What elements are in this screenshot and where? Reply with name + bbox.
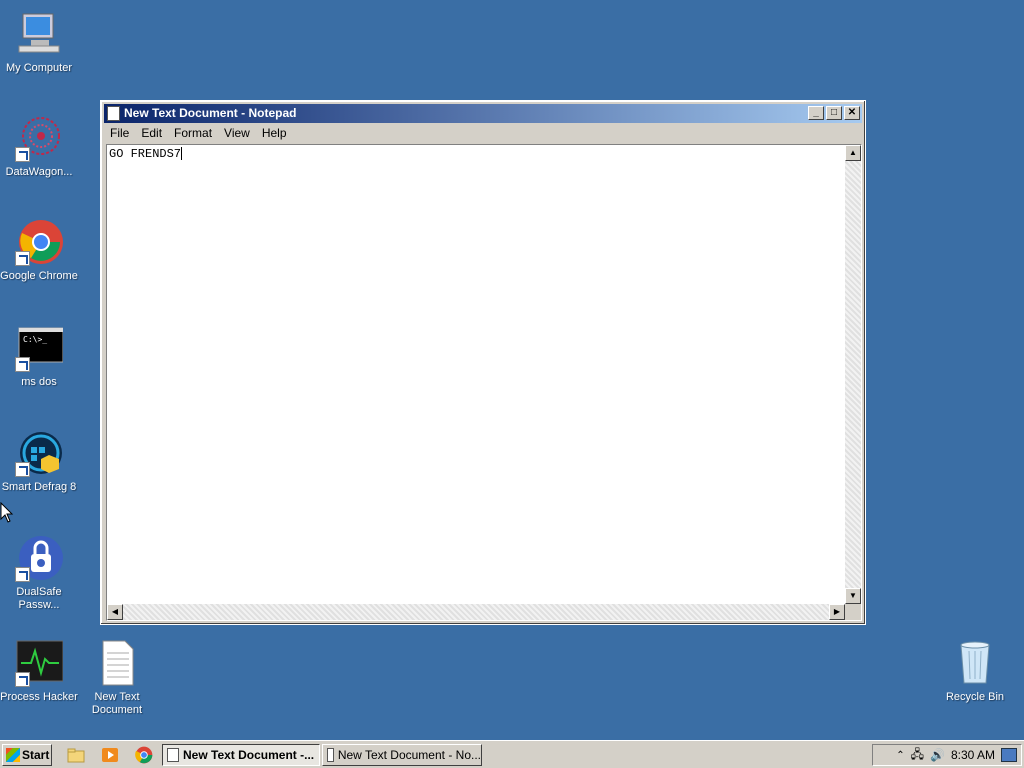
command-prompt-icon: C:\>_: [15, 324, 64, 372]
task-label: New Text Document - No...: [337, 748, 481, 762]
horizontal-scrollbar[interactable]: ◀ ▶: [107, 604, 845, 620]
notepad-icon: [167, 748, 179, 762]
desktop-icon-label: DataWagon...: [5, 166, 73, 178]
chrome-icon: [15, 218, 63, 266]
desktop-icon-new-text-document[interactable]: New Text Document: [78, 639, 156, 717]
desktop-icon-google-chrome[interactable]: Google Chrome: [0, 218, 78, 283]
computer-icon: [15, 10, 63, 58]
desktop-icon-label: ms dos: [21, 376, 57, 388]
menu-bar: File Edit Format View Help: [104, 124, 862, 142]
desktop-icon-process-hacker[interactable]: Process Hacker: [0, 639, 78, 704]
text-file-icon: [93, 639, 141, 687]
task-label: New Text Document -...: [183, 748, 315, 762]
window-title: New Text Document - Notepad: [124, 106, 297, 120]
tray-expand-icon[interactable]: ⌃: [896, 750, 904, 761]
desktop-icon-label: New Text Document: [91, 691, 143, 716]
menu-help[interactable]: Help: [256, 126, 293, 140]
desktop-icon-label: Google Chrome: [0, 270, 78, 282]
shortcut-arrow-icon: [15, 672, 30, 687]
desktop-icon-datawagon[interactable]: DataWagon...: [0, 114, 78, 179]
scroll-right-button[interactable]: ▶: [829, 604, 845, 620]
scroll-up-button[interactable]: ▲: [845, 145, 861, 161]
start-label: Start: [22, 748, 50, 762]
shortcut-arrow-icon: [15, 251, 30, 266]
resize-grip[interactable]: [845, 604, 861, 620]
minimize-button[interactable]: _: [808, 106, 824, 120]
quicklaunch-media-icon[interactable]: [100, 745, 120, 765]
quicklaunch-chrome-icon[interactable]: [134, 745, 154, 765]
show-desktop-icon[interactable]: [1001, 748, 1017, 762]
document-text: GO FRENDS7: [109, 147, 182, 161]
start-button[interactable]: Start: [2, 744, 52, 766]
shortcut-arrow-icon: [15, 147, 30, 162]
menu-file[interactable]: File: [104, 126, 135, 140]
menu-format[interactable]: Format: [168, 126, 218, 140]
desktop-icon-label: DualSafe Passw...: [16, 586, 62, 611]
notepad-window[interactable]: New Text Document - Notepad _ □ ✕ File E…: [100, 100, 866, 625]
shortcut-arrow-icon: [15, 357, 30, 372]
shortcut-arrow-icon: [15, 462, 30, 477]
system-tray: ⌃ 🖧 🔊 8:30 AM: [872, 744, 1022, 766]
taskbar-task-notepad-1[interactable]: New Text Document -...: [162, 744, 320, 766]
taskbar-task-notepad-2[interactable]: New Text Document - No...: [322, 744, 482, 766]
desktop-icon-label: Process Hacker: [0, 691, 78, 703]
notepad-icon: [327, 748, 334, 762]
network-icon[interactable]: 🖧: [911, 745, 924, 766]
quicklaunch-explorer-icon[interactable]: [66, 745, 86, 765]
svg-text:C:\>_: C:\>_: [23, 335, 47, 344]
desktop-icon-smart-defrag[interactable]: Smart Defrag 8: [0, 429, 78, 494]
text-editor[interactable]: GO FRENDS7 ▲ ▼ ◀ ▶: [106, 144, 862, 621]
clock[interactable]: 8:30 AM: [951, 748, 995, 762]
menu-view[interactable]: View: [218, 126, 256, 140]
process-hacker-icon: [15, 639, 64, 687]
title-bar[interactable]: New Text Document - Notepad _ □ ✕: [104, 104, 862, 123]
recycle-bin-icon: [951, 639, 999, 687]
desktop-icon-label: Smart Defrag 8: [1, 481, 77, 493]
taskbar: Start New Text Document -... New Text Do…: [0, 740, 1024, 768]
volume-icon[interactable]: 🔊: [930, 748, 945, 762]
desktop-icon-my-computer[interactable]: My Computer: [0, 10, 78, 75]
close-button[interactable]: ✕: [844, 106, 860, 120]
notepad-icon: [107, 106, 120, 121]
scroll-down-button[interactable]: ▼: [845, 588, 861, 604]
mouse-cursor-icon: [0, 501, 14, 527]
text-caret: [181, 147, 183, 161]
desktop-icon-label: Recycle Bin: [945, 691, 1005, 703]
datawagon-icon: [15, 114, 63, 162]
desktop-icon-label: My Computer: [5, 62, 73, 74]
vertical-scrollbar[interactable]: ▲ ▼: [845, 145, 861, 604]
scroll-left-button[interactable]: ◀: [107, 604, 123, 620]
desktop-icon-dualsafe[interactable]: DualSafe Passw...: [0, 534, 78, 612]
windows-logo-icon: [6, 748, 20, 762]
shortcut-arrow-icon: [15, 567, 30, 582]
menu-edit[interactable]: Edit: [135, 126, 168, 140]
dualsafe-lock-icon: [15, 534, 63, 582]
desktop-icon-recycle-bin[interactable]: Recycle Bin: [936, 639, 1014, 704]
desktop-icon-ms-dos[interactable]: C:\>_ ms dos: [0, 324, 78, 389]
maximize-button[interactable]: □: [826, 106, 842, 120]
smart-defrag-icon: [15, 429, 63, 477]
